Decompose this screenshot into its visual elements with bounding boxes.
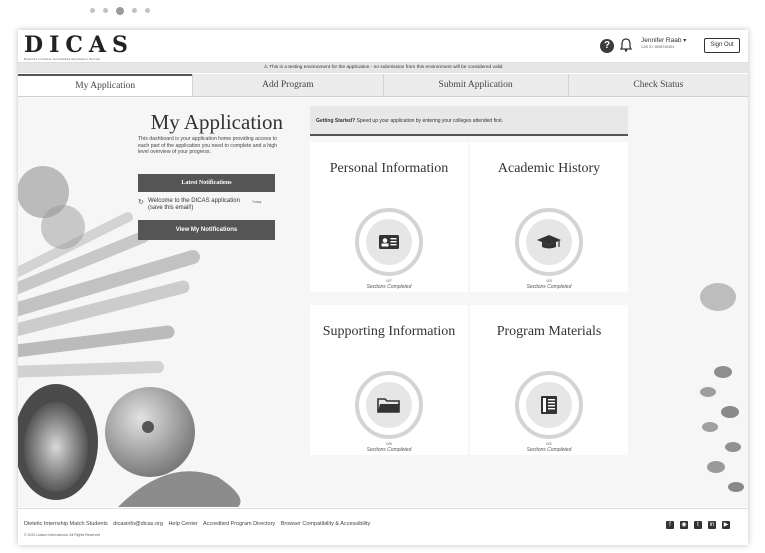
cas-id: CAS ID: 5598745454 <box>641 45 675 49</box>
carousel-dot[interactable] <box>103 8 108 13</box>
main-tabs: My Application Add Program Submit Applic… <box>18 74 748 97</box>
footer-link-email[interactable]: dicasinfo@dicas.org <box>113 521 163 527</box>
carousel-dots <box>90 7 150 15</box>
header: DICAS Dietetics Inclusive Centralized Ap… <box>18 30 748 63</box>
tomato-illustration <box>105 387 195 477</box>
card-academic-history[interactable]: Academic History 0/3 Sections Completed <box>470 142 628 292</box>
left-panel: My Application This dashboard is your ap… <box>138 110 283 240</box>
testing-banner: ⚠ This is a testing environment for the … <box>18 63 748 73</box>
social-links: f ◉ t in ▶ <box>666 521 730 529</box>
page-title: My Application <box>150 110 283 134</box>
sign-out-button[interactable]: Sign Out <box>704 38 740 53</box>
youtube-icon[interactable]: ▶ <box>722 521 730 529</box>
page-description: This dashboard is your application home … <box>138 136 278 155</box>
copyright: © 2022 Liaison International. All Rights… <box>24 533 101 537</box>
progress-ring <box>515 371 583 439</box>
footer-links: Dietetic Internship Match Students dicas… <box>24 521 374 527</box>
latest-notifications-header: Latest Notifications <box>138 173 275 192</box>
notification-date: Today <box>252 199 262 204</box>
carousel-dot[interactable] <box>132 8 137 13</box>
linkedin-icon[interactable]: in <box>708 521 716 529</box>
nuts-illustration <box>700 283 744 492</box>
sections-completed-label: Sections Completed <box>366 447 412 453</box>
refresh-icon: ↻ <box>138 198 144 206</box>
avocado-illustration <box>18 384 98 500</box>
user-menu[interactable]: Jennifer Raab ▾ CAS ID: 5598745454 <box>641 37 686 49</box>
footer: Dietetic Internship Match Students dicas… <box>18 508 748 545</box>
progress-ring <box>355 371 423 439</box>
book-icon <box>541 396 557 414</box>
asparagus-illustration <box>18 212 200 378</box>
footer-link-program-directory[interactable]: Accredited Program Directory <box>203 521 275 527</box>
tab-my-application[interactable]: My Application <box>18 74 193 96</box>
fig-illustration <box>118 471 241 507</box>
carousel-dot-active[interactable] <box>116 7 124 15</box>
progress-ring <box>515 208 583 276</box>
getting-started-text: Speed up your application by entering yo… <box>355 118 504 124</box>
footer-link-browser-compatibility[interactable]: Browser Compatibility & Accessibility <box>281 521 371 527</box>
sections-count: 0/2 <box>546 441 552 446</box>
sections-completed-label: Sections Completed <box>366 284 412 290</box>
app-window: DICAS Dietetics Inclusive Centralized Ap… <box>18 30 748 545</box>
graduation-cap-icon <box>537 235 561 249</box>
carousel-dot[interactable] <box>145 8 150 13</box>
getting-started-bar: Getting Started? Speed up your applicati… <box>310 106 628 136</box>
notification-item[interactable]: ↻ Welcome to the DICAS application (save… <box>138 198 275 212</box>
question-circle-icon[interactable]: ? <box>600 39 614 53</box>
sections-count: 0/5 <box>386 441 392 446</box>
view-notifications-button[interactable]: View My Notifications <box>138 219 275 240</box>
id-card-icon <box>379 235 399 249</box>
dicas-logo[interactable]: DICAS Dietetics Inclusive Centralized Ap… <box>24 34 134 61</box>
footer-link-help-center[interactable]: Help Center <box>168 521 197 527</box>
sections-completed-label: Sections Completed <box>526 447 572 453</box>
chevron-down-icon: ▾ <box>683 38 687 44</box>
instagram-icon[interactable]: ◉ <box>680 521 688 529</box>
card-title: Personal Information <box>329 161 449 176</box>
card-personal-information[interactable]: Personal Information 0/7 Sections Comple… <box>310 142 468 292</box>
sections-count: 0/7 <box>386 278 392 283</box>
card-program-materials[interactable]: Program Materials 0/2 Sections Completed <box>470 305 628 455</box>
card-supporting-information[interactable]: Supporting Information 0/5 Sections Comp… <box>310 305 468 455</box>
getting-started-label: Getting Started? <box>316 118 356 124</box>
progress-ring <box>355 208 423 276</box>
tab-check-status[interactable]: Check Status <box>567 74 748 96</box>
carousel-dot[interactable] <box>90 8 95 13</box>
card-title: Program Materials <box>496 324 602 339</box>
notification-text: Welcome to the DICAS application (save t… <box>148 197 240 211</box>
tab-submit-application[interactable]: Submit Application <box>382 74 568 96</box>
card-title: Academic History <box>497 161 601 176</box>
card-title: Supporting Information <box>322 324 456 339</box>
folder-icon <box>377 398 400 413</box>
bell-icon[interactable] <box>618 37 634 53</box>
user-name: Jennifer Raab <box>641 37 682 44</box>
tab-add-program[interactable]: Add Program <box>192 74 382 96</box>
tomatoes-illustration <box>18 166 85 249</box>
sections-completed-label: Sections Completed <box>526 284 572 290</box>
twitter-icon[interactable]: t <box>694 521 702 529</box>
footer-link-match-students[interactable]: Dietetic Internship Match Students <box>24 521 108 527</box>
sections-count: 0/3 <box>546 278 552 283</box>
facebook-icon[interactable]: f <box>666 521 674 529</box>
